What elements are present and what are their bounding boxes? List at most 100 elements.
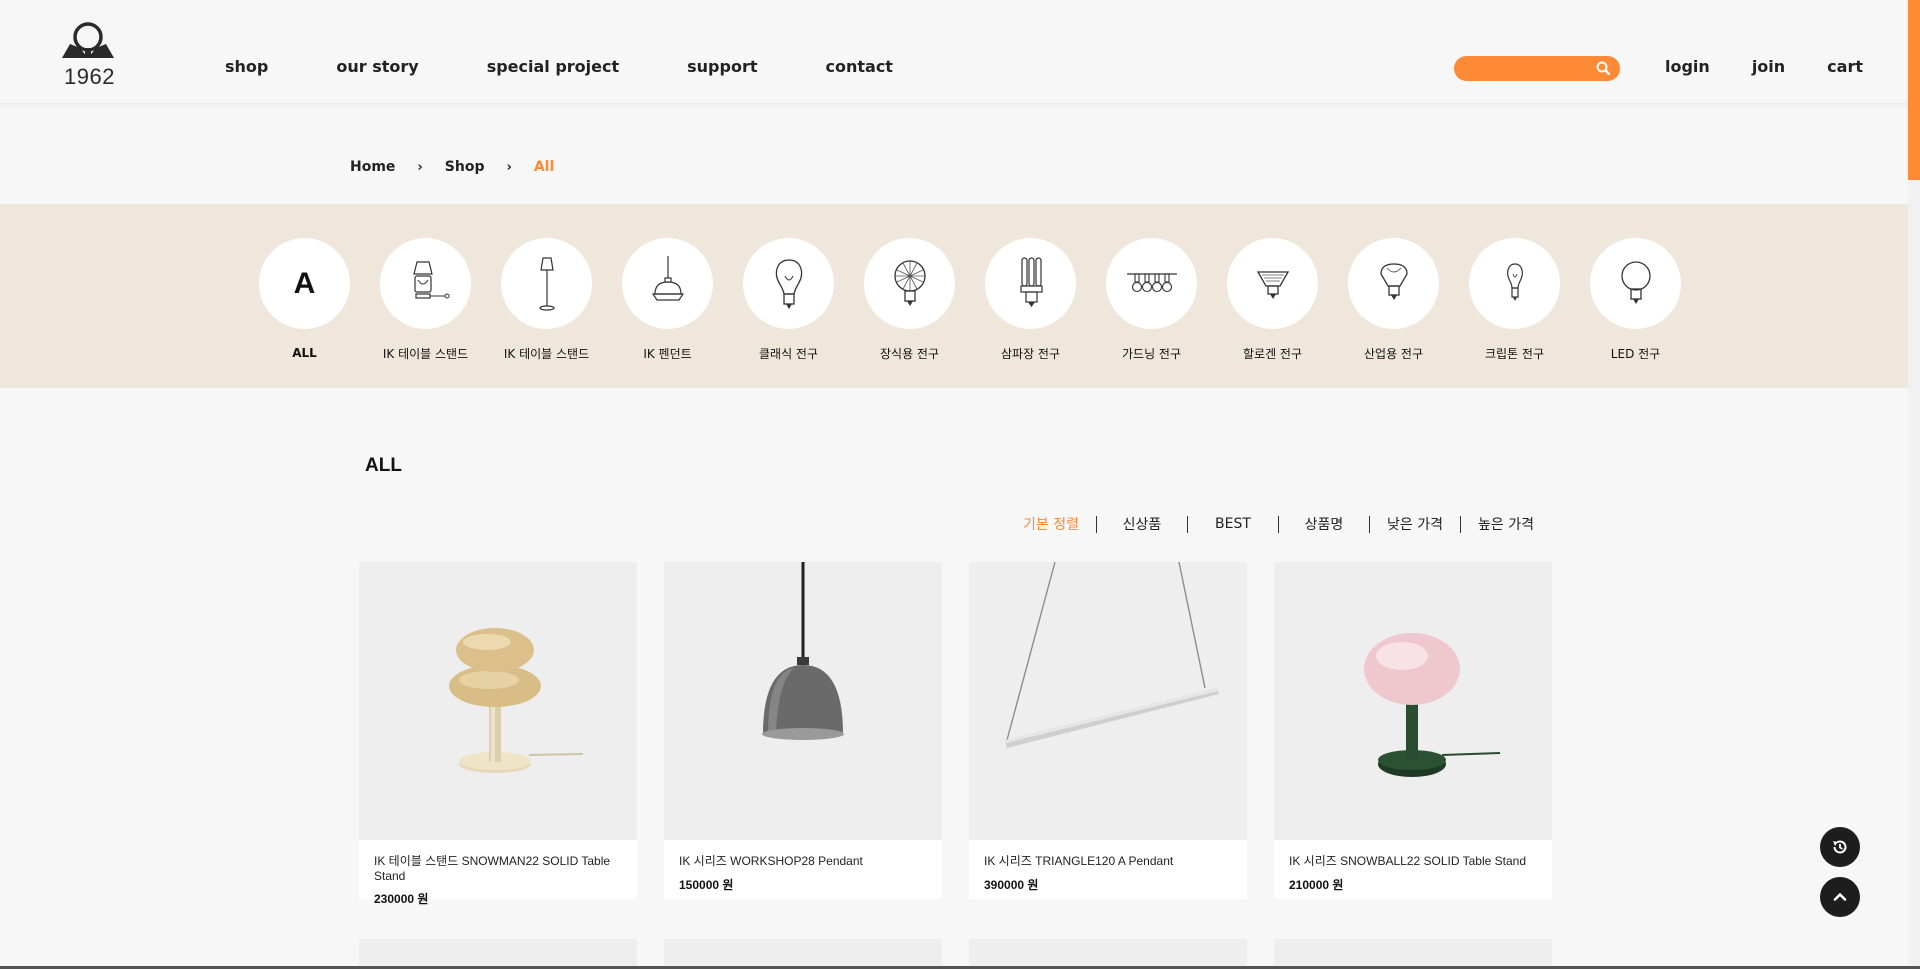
category-circle[interactable] bbox=[864, 238, 955, 329]
category-circle[interactable] bbox=[380, 238, 471, 329]
category-classic-bulb[interactable]: 클래식 전구 bbox=[728, 238, 849, 362]
sort-name[interactable]: 상품명 bbox=[1285, 514, 1363, 534]
scroll-top-button[interactable] bbox=[1820, 877, 1860, 917]
category-circle[interactable] bbox=[1348, 238, 1439, 329]
category-circle[interactable] bbox=[985, 238, 1076, 329]
product-card[interactable]: IK 시리즈 WORKSHOP28 Pendant 150000 원 bbox=[664, 562, 942, 899]
product-image[interactable] bbox=[969, 562, 1247, 840]
product-card[interactable]: IK 테이블 스탠드 SNOWMAN22 SOLID Table Stand 2… bbox=[359, 562, 637, 906]
chevron-up-icon bbox=[1833, 893, 1847, 901]
sort-divider bbox=[1096, 515, 1097, 533]
product-name[interactable]: IK 시리즈 SNOWBALL22 SOLID Table Stand bbox=[1289, 852, 1552, 869]
page-scrollbar[interactable] bbox=[1908, 0, 1920, 969]
product-card[interactable]: IK 시리즈 TRIANGLE120 A Pendant 390000 원 bbox=[969, 562, 1247, 899]
category-circle[interactable]: A bbox=[259, 238, 350, 329]
category-halogen-bulb[interactable]: 할로겐 전구 bbox=[1212, 238, 1333, 362]
product-card[interactable]: IK 시리즈 SNOWBALL22 SOLID Table Stand 2100… bbox=[1274, 562, 1552, 899]
product-price: 230000 원 bbox=[374, 892, 429, 906]
recent-history-button[interactable] bbox=[1820, 827, 1860, 867]
section-title: ALL bbox=[365, 455, 402, 476]
category-table-stand[interactable]: IK 테이블 스탠드 bbox=[365, 238, 486, 362]
decorative-bulb-icon bbox=[893, 259, 926, 306]
main-nav: shop our story special project support c… bbox=[225, 57, 961, 76]
chevron-right-icon: › bbox=[417, 159, 423, 175]
all-letter-icon: A bbox=[293, 266, 316, 300]
product-name[interactable]: IK 시리즈 TRIANGLE120 A Pendant bbox=[984, 852, 1247, 869]
category-string-light[interactable]: 가드닝 전구 bbox=[1091, 238, 1212, 362]
product-card[interactable] bbox=[359, 939, 637, 969]
join-link[interactable]: join bbox=[1752, 57, 1785, 76]
category-pendant[interactable]: IK 펜던트 bbox=[607, 238, 728, 362]
category-circle[interactable] bbox=[622, 238, 713, 329]
category-list: A ALL IK 테이블 스탠드 IK 테이블 스탠드 IK 펜던트 클래식 전… bbox=[244, 238, 1696, 362]
category-industrial-bulb[interactable]: 산업용 전구 bbox=[1333, 238, 1454, 362]
category-band: A ALL IK 테이블 스탠드 IK 테이블 스탠드 IK 펜던트 클래식 전… bbox=[0, 204, 1908, 388]
user-links: login join cart bbox=[1665, 57, 1905, 76]
category-label: LED 전구 bbox=[1610, 347, 1661, 361]
login-link[interactable]: login bbox=[1665, 57, 1710, 76]
nav-our-story[interactable]: our story bbox=[336, 57, 418, 76]
pendant-icon bbox=[651, 255, 684, 301]
category-all[interactable]: A ALL bbox=[244, 238, 365, 362]
breadcrumb-shop[interactable]: Shop bbox=[445, 159, 485, 175]
product-grid-next-row bbox=[359, 939, 1552, 969]
category-label: 클래식 전구 bbox=[758, 347, 818, 361]
product-card[interactable] bbox=[969, 939, 1247, 969]
triangle-pendant-image bbox=[1005, 562, 1219, 748]
category-circle[interactable] bbox=[501, 238, 592, 329]
nav-special-project[interactable]: special project bbox=[487, 57, 619, 76]
nav-contact[interactable]: contact bbox=[826, 57, 893, 76]
product-image[interactable] bbox=[664, 562, 942, 840]
category-circle[interactable] bbox=[1590, 238, 1681, 329]
string-light-icon bbox=[1126, 272, 1177, 292]
sort-high-price[interactable]: 높은 가격 bbox=[1467, 514, 1545, 534]
snowman-table-lamp-image bbox=[449, 628, 584, 773]
category-label: 산업용 전구 bbox=[1363, 347, 1423, 361]
breadcrumb-home[interactable]: Home bbox=[350, 159, 395, 175]
category-label: 장식용 전구 bbox=[879, 347, 939, 361]
category-circle[interactable] bbox=[1106, 238, 1197, 329]
category-floor-stand[interactable]: IK 테이블 스탠드 bbox=[486, 238, 607, 362]
sort-best[interactable]: BEST bbox=[1194, 516, 1272, 532]
sort-low-price[interactable]: 낮은 가격 bbox=[1376, 514, 1454, 534]
table-lamp-icon bbox=[412, 260, 449, 299]
scrollbar-thumb[interactable] bbox=[1908, 0, 1920, 180]
category-label: IK 펜던트 bbox=[643, 347, 692, 361]
category-led-bulb[interactable]: LED 전구 bbox=[1575, 238, 1696, 362]
category-decorative-bulb[interactable]: 장식용 전구 bbox=[849, 238, 970, 362]
sort-default[interactable]: 기본 정렬 bbox=[1012, 514, 1090, 534]
category-circle[interactable] bbox=[743, 238, 834, 329]
site-header: 1962 shop our story special project supp… bbox=[0, 0, 1908, 104]
sort-divider bbox=[1369, 515, 1370, 533]
brand-logo-text: 1962 bbox=[64, 64, 115, 89]
classic-bulb-icon bbox=[775, 258, 802, 309]
product-name[interactable]: IK 시리즈 WORKSHOP28 Pendant bbox=[679, 852, 942, 869]
nav-shop[interactable]: shop bbox=[225, 57, 268, 76]
product-card[interactable] bbox=[664, 939, 942, 969]
sort-divider bbox=[1460, 515, 1461, 533]
tri-band-bulb-icon bbox=[1019, 256, 1043, 307]
category-tri-band-bulb[interactable]: 삼파장 전구 bbox=[970, 238, 1091, 362]
category-label: 가드닝 전구 bbox=[1121, 347, 1181, 361]
led-bulb-icon bbox=[1620, 260, 1651, 304]
category-label: IK 테이블 스탠드 bbox=[503, 347, 590, 361]
category-circle[interactable] bbox=[1469, 238, 1560, 329]
product-card[interactable] bbox=[1274, 939, 1552, 969]
chevron-right-icon: › bbox=[506, 159, 512, 175]
product-price: 210000 원 bbox=[1289, 878, 1344, 892]
nav-support[interactable]: support bbox=[687, 57, 757, 76]
search-icon[interactable] bbox=[1595, 60, 1612, 77]
category-circle[interactable] bbox=[1227, 238, 1318, 329]
breadcrumb: Home › Shop › All bbox=[350, 159, 554, 175]
snowball-table-lamp-image bbox=[1364, 633, 1501, 777]
sort-divider bbox=[1187, 515, 1188, 533]
category-krypton-bulb[interactable]: 크립톤 전구 bbox=[1454, 238, 1575, 362]
cart-link[interactable]: cart bbox=[1827, 57, 1863, 76]
search-input[interactable] bbox=[1454, 56, 1620, 81]
product-name[interactable]: IK 테이블 스탠드 SNOWMAN22 SOLID Table Stand bbox=[374, 852, 637, 883]
product-image[interactable] bbox=[359, 562, 637, 840]
product-image[interactable] bbox=[1274, 562, 1552, 840]
floor-lamp-icon bbox=[538, 256, 555, 311]
krypton-bulb-icon bbox=[1506, 262, 1523, 301]
sort-new[interactable]: 신상품 bbox=[1103, 514, 1181, 534]
